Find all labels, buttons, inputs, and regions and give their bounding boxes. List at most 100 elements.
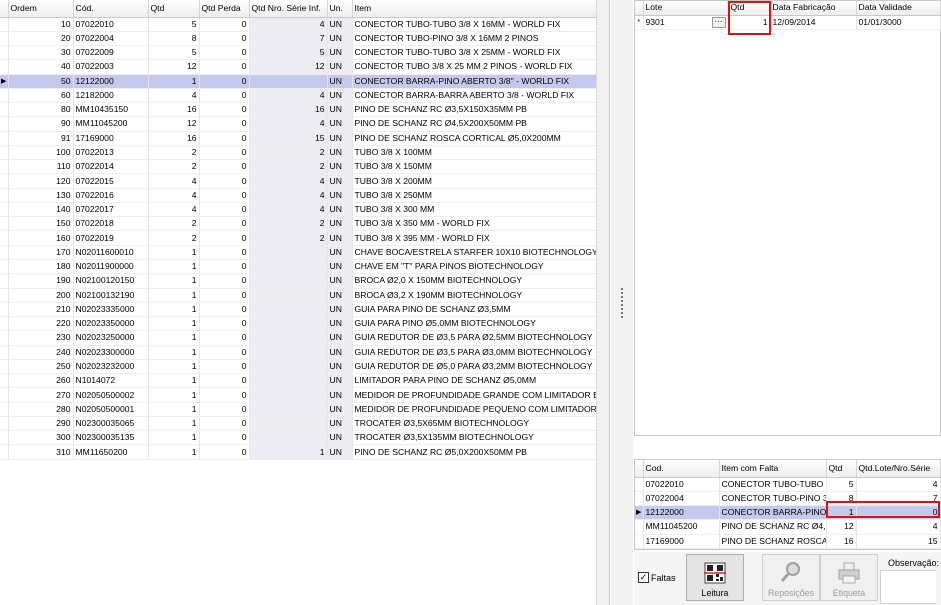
table-row[interactable]: 20 07022004 8 0 7 UN CONECTOR TUBO-PINO 3/8 X … <box>0 31 597 47</box>
table-row[interactable]: 60 12182000 4 0 4 UN CONECTOR BARRA-BARRA ABER… <box>0 88 597 104</box>
qtd-cell[interactable]: 1 <box>148 444 200 460</box>
qtd-cell[interactable]: 1 <box>148 330 200 346</box>
item-cell[interactable]: TUBO 3/8 X 300 MM <box>352 202 597 218</box>
item-cell[interactable]: TUBO 3/8 X 350 MM - WORLD FIX <box>352 216 597 232</box>
ordem-cell[interactable]: 91 <box>8 131 74 146</box>
serie-cell[interactable] <box>249 273 328 289</box>
qtd-cell[interactable]: 1 <box>148 273 200 289</box>
qtd-perda-cell[interactable]: 0 <box>199 202 250 218</box>
serie-cell[interactable]: 2 <box>249 216 328 232</box>
faltas-check-icon[interactable]: ✓ <box>638 572 649 583</box>
qtd-perda-cell[interactable]: 0 <box>199 31 250 47</box>
item-cell[interactable]: TROCATER Ø3,5X65MM BIOTECHNOLOGY <box>352 416 597 432</box>
table-row[interactable]: 40 07022003 12 0 12 UN CONECTOR TUBO 3/8 X 25 … <box>0 59 597 75</box>
cod-cell[interactable]: N02100120150 <box>73 273 149 289</box>
item-cell[interactable]: GUIA REDUTOR DE Ø3,5 PARA Ø2,5MM BIOTECH… <box>352 330 597 346</box>
un-cell[interactable]: UN <box>327 131 353 146</box>
table-row[interactable]: 140 07022017 4 0 4 UN TUBO 3/8 X 300 MM <box>0 202 597 218</box>
qtd-cell[interactable]: 2 <box>148 145 200 161</box>
un-cell[interactable]: UN <box>327 45 353 61</box>
lote-fabricacao-cell[interactable]: 12/09/2014 <box>770 15 857 30</box>
ordem-cell[interactable]: 110 <box>8 159 74 175</box>
ordem-cell[interactable]: 250 <box>8 359 74 375</box>
item-cell[interactable]: BROCA Ø2,0 X 150MM BIOTECHNOLOGY <box>352 273 597 289</box>
serie-cell[interactable] <box>249 316 328 332</box>
ordem-cell[interactable]: 190 <box>8 273 74 289</box>
etiqueta-button[interactable]: Etiqueta <box>820 554 878 601</box>
cod-cell[interactable]: N02050500001 <box>73 402 149 417</box>
falta-cod-cell[interactable]: 17169000 <box>643 534 720 549</box>
serie-cell[interactable] <box>249 416 328 432</box>
col-un-header[interactable]: Un. <box>327 0 353 18</box>
qtd-perda-cell[interactable]: 0 <box>199 245 250 261</box>
ordem-cell[interactable]: 240 <box>8 345 74 360</box>
table-row[interactable]: 280 N02050500001 1 0 UN MEDIDOR DE PROFUNDIDA… <box>0 402 597 417</box>
table-row[interactable]: 300 N02300035135 1 0 UN TROCATER Ø3,5X135MM B… <box>0 430 597 446</box>
qtd-perda-cell[interactable]: 0 <box>199 302 250 318</box>
qtd-perda-cell[interactable]: 0 <box>199 359 250 375</box>
serie-cell[interactable] <box>249 288 328 303</box>
col-validade-header[interactable]: Data Validade <box>856 1 941 16</box>
item-cell[interactable]: GUIA REDUTOR DE Ø3,5 PARA Ø3,0MM BIOTECH… <box>352 345 597 360</box>
col-lote-header[interactable]: Lote <box>643 1 729 16</box>
ordem-cell[interactable]: 30 <box>8 45 74 61</box>
cod-cell[interactable]: N02050500002 <box>73 387 149 403</box>
table-row[interactable]: ▶ 50 12122000 1 0 UN CONECTOR BARRA-PINO ABERT… <box>0 74 597 89</box>
cod-cell[interactable]: 07022017 <box>73 202 149 218</box>
item-cell[interactable]: CONECTOR TUBO 3/8 X 25 MM 2 PINOS - WORL… <box>352 59 597 75</box>
falta-lote-cell[interactable]: 4 <box>856 519 941 535</box>
serie-cell[interactable]: 4 <box>249 88 328 104</box>
falta-qtd-cell[interactable]: 5 <box>826 477 857 492</box>
item-cell[interactable]: MEDIDOR DE PROFUNDIDADE GRANDE COM LIMIT… <box>352 387 597 403</box>
cod-cell[interactable]: N02300035135 <box>73 430 149 446</box>
table-row[interactable]: 170 N02011600010 1 0 UN CHAVE BOCA/ESTRELA ST… <box>0 245 597 261</box>
cod-cell[interactable]: 07022004 <box>73 31 149 47</box>
col-serie-header[interactable]: Qtd Nro. Série Inf. <box>249 0 328 18</box>
ordem-cell[interactable]: 130 <box>8 188 74 203</box>
serie-cell[interactable] <box>249 373 328 389</box>
qtd-perda-cell[interactable]: 0 <box>199 88 250 104</box>
serie-cell[interactable] <box>249 387 328 403</box>
un-cell[interactable]: UN <box>327 387 353 403</box>
item-cell[interactable]: GUIA REDUTOR DE Ø5,0 PARA Ø3,2MM BIOTECH… <box>352 359 597 375</box>
ordem-cell[interactable]: 270 <box>8 387 74 403</box>
item-cell[interactable]: TROCATER Ø3,5X135MM BIOTECHNOLOGY <box>352 430 597 446</box>
serie-cell[interactable]: 2 <box>249 145 328 161</box>
cod-cell[interactable]: N02023350000 <box>73 316 149 332</box>
un-cell[interactable]: UN <box>327 17 353 32</box>
qtd-perda-cell[interactable]: 0 <box>199 402 250 417</box>
qtd-cell[interactable]: 1 <box>148 245 200 261</box>
cod-cell[interactable]: 07022010 <box>73 17 149 32</box>
table-row[interactable]: 260 N1014072 1 0 UN LIMITADOR PARA PINO DE SC… <box>0 373 597 389</box>
un-cell[interactable]: UN <box>327 59 353 75</box>
cod-cell[interactable]: N1014072 <box>73 373 149 389</box>
ordem-cell[interactable]: 10 <box>8 17 74 32</box>
serie-cell[interactable]: 4 <box>249 173 328 189</box>
falta-row[interactable]: ▶ 12122000 CONECTOR BARRA-PINO A10 <box>635 505 941 521</box>
un-cell[interactable]: UN <box>327 259 353 275</box>
col-qtd-perda-header[interactable]: Qtd Perda <box>199 0 250 18</box>
falta-row[interactable]: 17169000 PINO DE SCHANZ ROSCA C 16 15 <box>635 534 941 549</box>
qtd-cell[interactable]: 4 <box>148 173 200 189</box>
un-cell[interactable]: UN <box>327 145 353 161</box>
un-cell[interactable]: UN <box>327 273 353 289</box>
serie-cell[interactable]: 4 <box>249 116 328 132</box>
serie-cell[interactable]: 16 <box>249 102 328 118</box>
serie-cell[interactable]: 4 <box>249 188 328 203</box>
qtd-perda-cell[interactable]: 0 <box>199 59 250 75</box>
un-cell[interactable]: UN <box>327 416 353 432</box>
qtd-perda-cell[interactable]: 0 <box>199 188 250 203</box>
ordem-cell[interactable]: 300 <box>8 430 74 446</box>
cod-cell[interactable]: N02023232000 <box>73 359 149 375</box>
ordem-cell[interactable]: 140 <box>8 202 74 218</box>
item-cell[interactable]: PINO DE SCHANZ ROSCA CORTICAL Ø5,0X200MM <box>352 131 597 146</box>
falta-cod-cell[interactable]: 07022004 <box>643 491 720 507</box>
cod-cell[interactable]: 07022014 <box>73 159 149 175</box>
falta-qtd-cell[interactable]: 12 <box>826 519 857 535</box>
table-row[interactable]: 150 07022018 2 0 2 UN TUBO 3/8 X 350 MM - WORL… <box>0 216 597 232</box>
un-cell[interactable]: UN <box>327 444 353 460</box>
table-row[interactable]: 100 07022013 2 0 2 UN TUBO 3/8 X 100MM <box>0 145 597 161</box>
item-cell[interactable]: CONECTOR TUBO-TUBO 3/8 X 16MM - WORLD FI… <box>352 17 597 32</box>
scroll-up-icon[interactable] <box>597 0 609 14</box>
ellipsis-icon[interactable]: ··· <box>711 16 726 28</box>
